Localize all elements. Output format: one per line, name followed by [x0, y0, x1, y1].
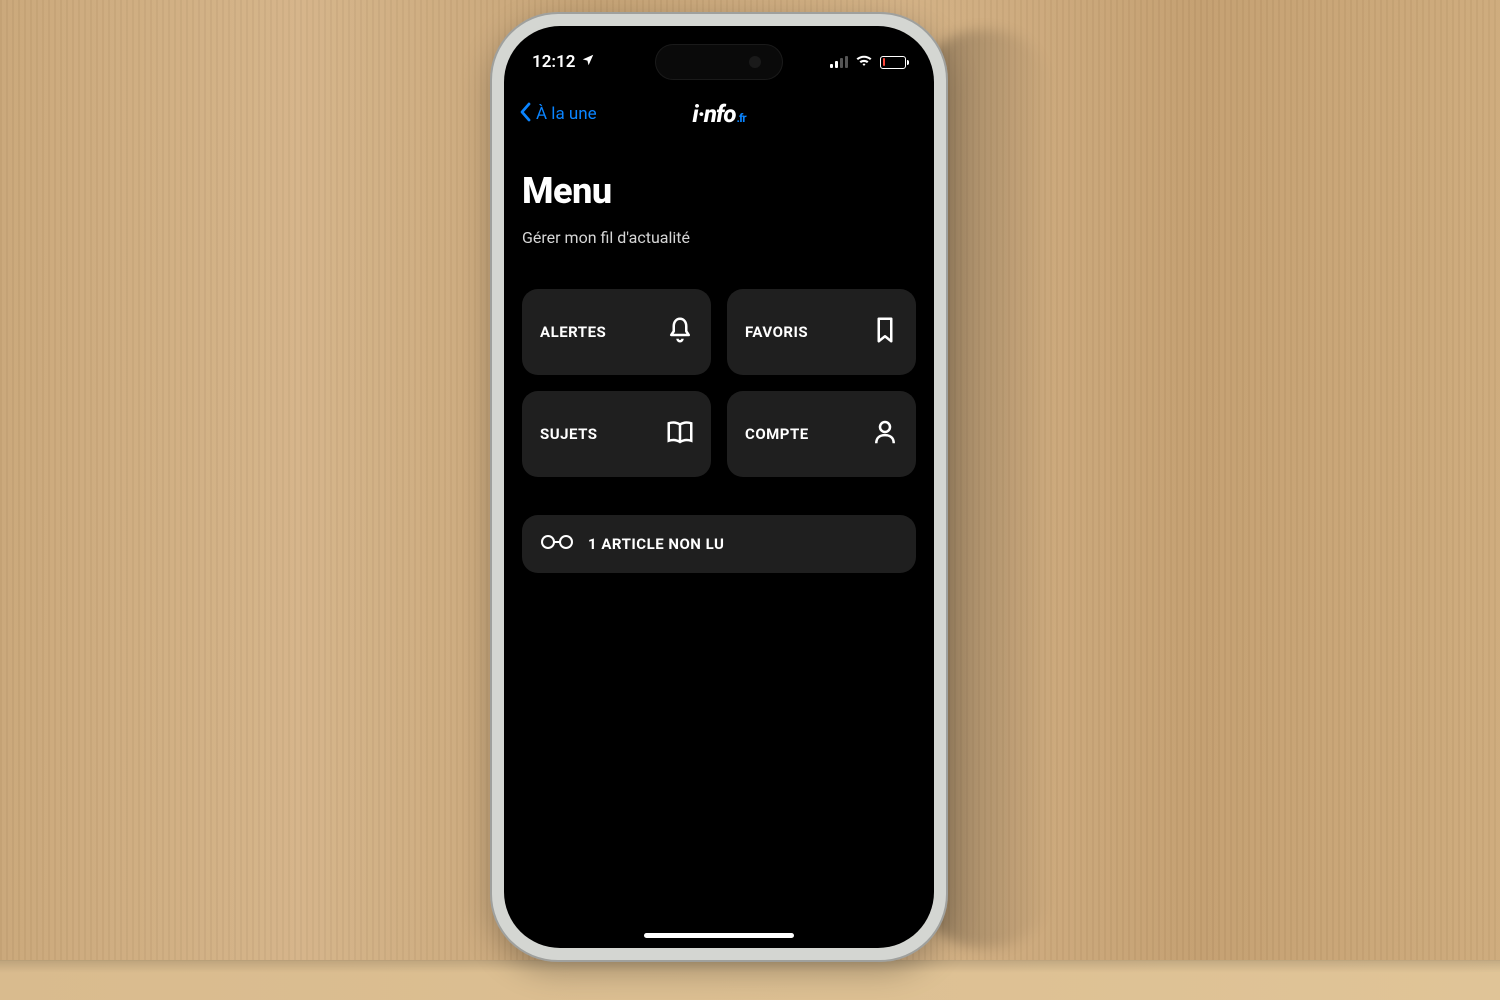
unread-label: 1 ARTICLE NON LU	[588, 535, 724, 553]
chevron-left-icon	[518, 102, 532, 127]
nav-bar: À la une i·nfo .fr	[504, 92, 934, 136]
tile-compte[interactable]: COMPTE	[727, 391, 916, 477]
wifi-icon	[855, 52, 873, 72]
phone-screen: 12:12 À	[504, 26, 934, 948]
status-left: 12:12	[532, 52, 595, 72]
tile-label: ALERTES	[540, 323, 606, 341]
back-label: À la une	[536, 104, 597, 124]
status-time: 12:12	[532, 52, 575, 72]
content-area: Menu Gérer mon fil d'actualité ALERTES F…	[504, 146, 934, 948]
tile-label: FAVORIS	[745, 323, 808, 341]
person-icon	[870, 417, 900, 451]
page-title: Menu	[522, 170, 916, 212]
menu-grid: ALERTES FAVORIS SUJETS	[522, 289, 916, 477]
status-right	[830, 52, 906, 72]
page-subtitle: Gérer mon fil d'actualité	[522, 228, 916, 247]
status-bar: 12:12	[504, 26, 934, 86]
location-icon	[581, 52, 595, 72]
tile-alertes[interactable]: ALERTES	[522, 289, 711, 375]
tile-favoris[interactable]: FAVORIS	[727, 289, 916, 375]
background-wood-edge	[0, 960, 1500, 1000]
tile-label: COMPTE	[745, 425, 809, 443]
glasses-icon	[540, 532, 574, 556]
back-button[interactable]: À la une	[518, 92, 597, 136]
battery-icon	[880, 56, 906, 69]
bell-icon	[665, 315, 695, 349]
brand-suffix: .fr	[736, 111, 745, 125]
book-icon	[665, 417, 695, 451]
tile-label: SUJETS	[540, 425, 598, 443]
brand-main: i·nfo	[692, 100, 735, 128]
brand-logo: i·nfo .fr	[692, 100, 745, 128]
phone-frame: 12:12 À	[490, 12, 948, 962]
bookmark-icon	[870, 315, 900, 349]
cellular-icon	[830, 56, 848, 68]
unread-articles-button[interactable]: 1 ARTICLE NON LU	[522, 515, 916, 573]
home-indicator[interactable]	[644, 933, 794, 938]
tile-sujets[interactable]: SUJETS	[522, 391, 711, 477]
